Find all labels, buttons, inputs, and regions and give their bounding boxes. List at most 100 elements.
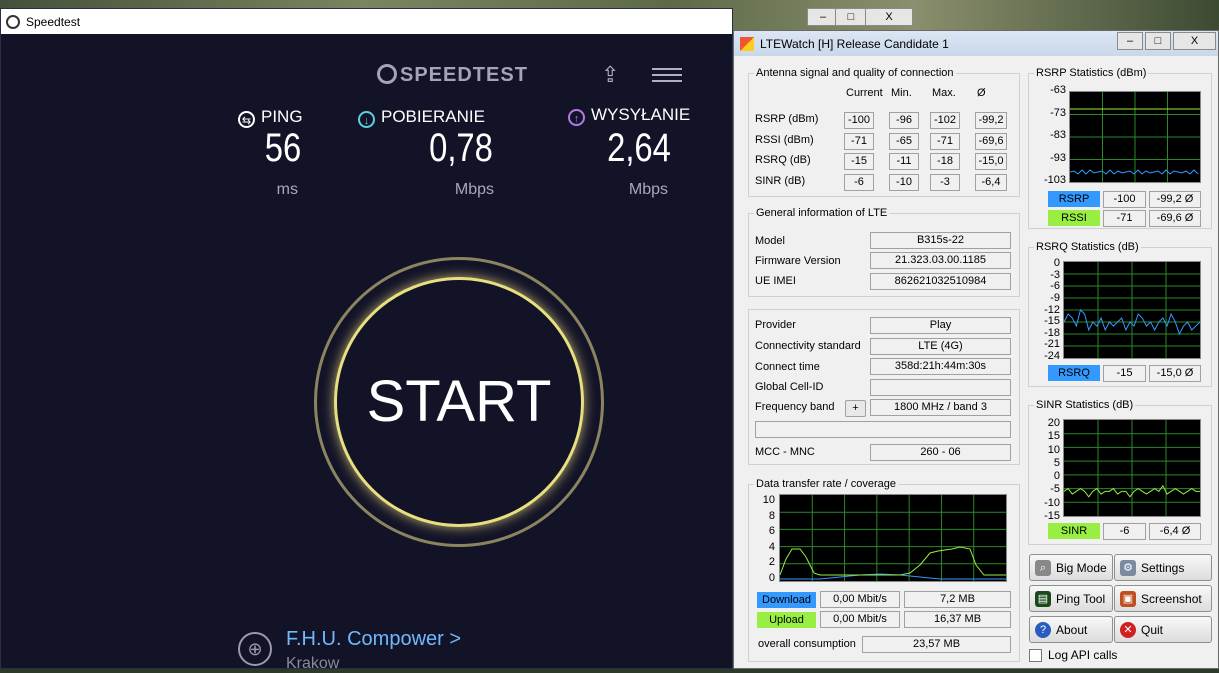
maximize-button[interactable]: □: [1145, 32, 1171, 50]
transfer-ytick: 2: [768, 556, 775, 569]
quit-label: Quit: [1141, 622, 1164, 637]
log-api-checkbox[interactable]: Log API calls: [1029, 648, 1117, 662]
brand-text: SPEEDTEST: [400, 64, 528, 86]
rsrq-avg: -15,0 Ø: [1149, 365, 1201, 382]
sinr-ytick: 5: [1053, 456, 1060, 469]
sinr-ytick: 15: [1047, 430, 1060, 443]
antenna-cell: -71: [930, 132, 960, 150]
sinr-ytick: -15: [1044, 510, 1060, 522]
antenna-cell: -18: [930, 153, 960, 170]
speedtest-titlebar: Speedtest: [1, 9, 732, 34]
checkbox-box[interactable]: [1029, 648, 1042, 662]
download-value: 0,78: [429, 126, 493, 170]
upload-label: ↑ WYSYŁANIE: [568, 105, 690, 126]
quit-button[interactable]: ✕ Quit: [1114, 616, 1212, 643]
overall-value: 23,57 MB: [862, 636, 1011, 653]
download-label-text: POBIERANIE: [381, 107, 485, 126]
antenna-cell: -11: [889, 153, 919, 170]
rsrq-current: -15: [1103, 365, 1146, 382]
connect-time-label: Connect time: [755, 361, 820, 373]
antenna-row-label: RSRQ (dB): [755, 154, 811, 166]
screenshot-icon: ▣: [1120, 590, 1136, 607]
sinr-stats-title: SINR Statistics (dB): [1034, 399, 1136, 411]
about-label: About: [1056, 622, 1088, 637]
sinr-chart: [1063, 419, 1201, 517]
minimize-button[interactable]: –: [1117, 32, 1143, 50]
connect-time-value: 358d:21h:44m:30s: [870, 358, 1011, 375]
transfer-ytick: 6: [768, 525, 775, 538]
rsrp-avg: -99,2 Ø: [1149, 191, 1201, 208]
mcc-mnc-label: MCC - MNC: [755, 446, 815, 458]
sinr-ytick: 20: [1047, 417, 1060, 429]
rsrq-ytick: -24: [1044, 350, 1060, 362]
rsrp-ytick: -83: [1050, 129, 1066, 141]
ping-unit: ms: [276, 181, 298, 198]
ltewatch-title: LTEWatch [H] Release Candidate 1: [760, 36, 949, 51]
sinr-ytick: -10: [1044, 496, 1060, 509]
close-button[interactable]: X: [1173, 32, 1216, 50]
close-circle-icon: ✕: [1120, 621, 1136, 638]
rsrp-series: [1069, 169, 1199, 175]
band-expand-button[interactable]: +: [845, 400, 866, 417]
globe-icon: ⊕: [238, 632, 272, 666]
antenna-cell: -10: [889, 173, 919, 191]
antenna-header-0: Current: [846, 87, 883, 99]
rsrp-tag: RSRP: [1048, 191, 1100, 207]
start-button[interactable]: START: [314, 257, 604, 547]
cell-id-value: [870, 379, 1011, 396]
frequency-band-value: 1800 MHz / band 3: [870, 399, 1011, 416]
brand-logo: SPEEDTEST: [377, 64, 528, 87]
mcc-mnc-value: 260 - 06: [870, 444, 1011, 461]
download-arrow-icon: ↓: [358, 111, 375, 128]
about-button[interactable]: ? About: [1029, 616, 1113, 643]
rsrp-chart: [1069, 91, 1201, 183]
model-label: Model: [755, 235, 785, 247]
transfer-ytick: 10: [762, 494, 775, 506]
rsrp-ytick: -103: [1043, 174, 1066, 186]
connectivity-value: LTE (4G): [870, 338, 1011, 355]
rsrq-stats-title: RSRQ Statistics (dB): [1034, 241, 1141, 253]
imei-value: 862621032510984: [870, 273, 1011, 290]
transfer-title: Data transfer rate / coverage: [754, 478, 899, 490]
sinr-chart-svg: [1063, 420, 1200, 516]
rsrp-chart-svg: [1069, 92, 1200, 182]
rsrq-ytick: -15: [1044, 315, 1060, 328]
provider-value: Play: [870, 317, 1011, 334]
maximize-button[interactable]: □: [835, 8, 867, 26]
general-title: General information of LTE: [754, 207, 890, 219]
rsrp-ytick: -63: [1050, 84, 1066, 96]
isp-link[interactable]: F.H.U. Compower >: [286, 628, 461, 651]
rsrq-ytick: -6: [1050, 280, 1060, 293]
screenshot-button[interactable]: ▣ Screenshot: [1114, 585, 1212, 612]
antenna-title: Antenna signal and quality of connection: [754, 67, 956, 79]
antenna-cell: -3: [930, 173, 960, 191]
antenna-header-2: Max.: [932, 87, 956, 99]
rsrq-ytick: 0: [1053, 257, 1060, 269]
frequency-band-label: Frequency band: [755, 401, 835, 413]
close-button[interactable]: X: [865, 8, 913, 26]
settings-sliders-icon[interactable]: [652, 64, 682, 86]
rsrp-ytick: -73: [1050, 106, 1066, 119]
screenshot-label: Screenshot: [1141, 591, 1202, 606]
antenna-cell: -96: [889, 112, 919, 129]
download-tag: Download: [757, 592, 816, 608]
transfer-chart: [779, 494, 1007, 582]
share-icon[interactable]: ⇪: [601, 62, 619, 88]
band-detail-field: [755, 421, 1011, 438]
antenna-cell: -15: [844, 153, 874, 170]
rsrp-stats-title: RSRP Statistics (dBm): [1034, 67, 1149, 79]
ping-tool-button[interactable]: ▤ Ping Tool: [1029, 585, 1113, 612]
antenna-cell: -99,2: [975, 112, 1007, 129]
settings-button[interactable]: ⚙ Settings: [1114, 554, 1212, 581]
antenna-cell: -15,0: [975, 153, 1007, 170]
sinr-ytick: 0: [1053, 470, 1060, 483]
big-mode-button[interactable]: ⌕ Big Mode: [1029, 554, 1113, 581]
upload-rate: 0,00 Mbit/s: [820, 611, 900, 628]
upload-unit: Mbps: [628, 181, 668, 198]
antenna-cell: -71: [844, 132, 874, 150]
app-icon: [740, 36, 754, 51]
download-label: ↓ POBIERANIE: [358, 107, 485, 128]
rssi-current: -71: [1103, 210, 1146, 227]
rsrp-current: -100: [1103, 191, 1146, 208]
isp-name: F.H.U. Compower: [286, 628, 444, 650]
